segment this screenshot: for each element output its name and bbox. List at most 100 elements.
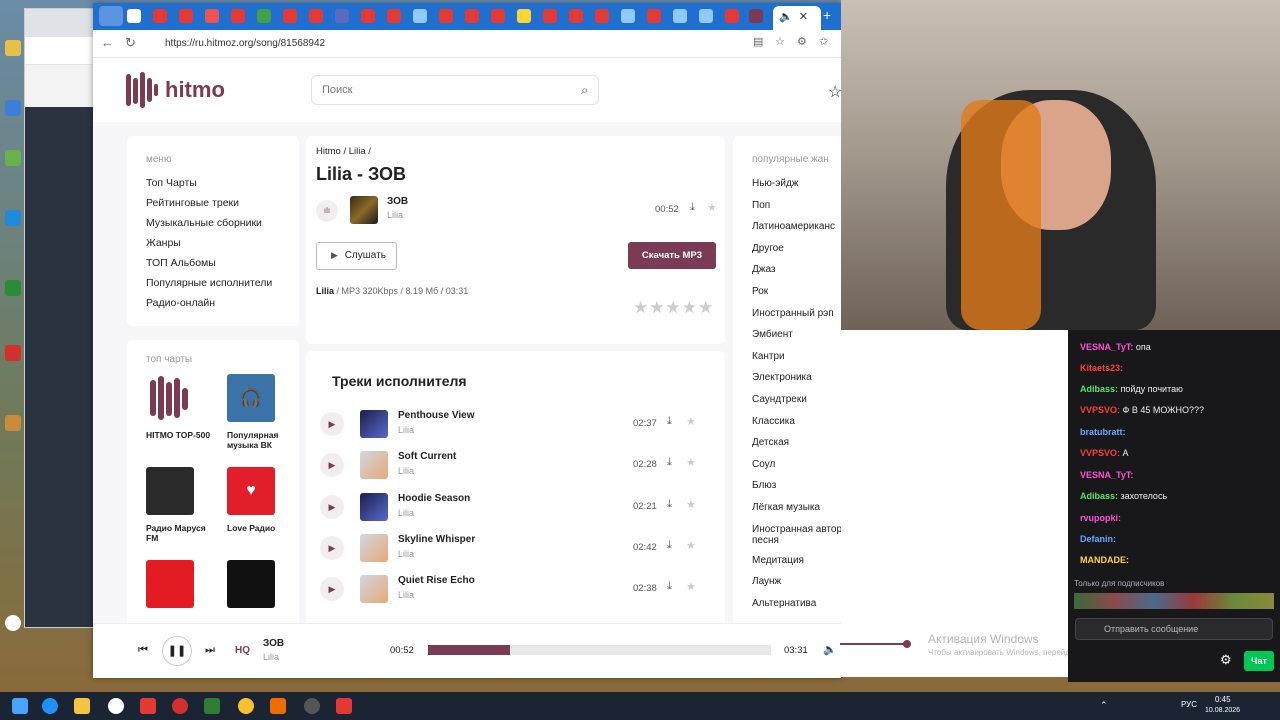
tab[interactable] [621, 9, 635, 23]
tray-chevron-icon[interactable]: ⌃ [1100, 700, 1108, 711]
back-icon[interactable]: ← [101, 35, 114, 50]
chart-vk[interactable]: 🎧 Популярная музыка ВК [227, 374, 297, 450]
genre-item[interactable]: Латиноамериканс [752, 216, 841, 238]
genre-item[interactable]: Иностранный рэп [752, 303, 841, 325]
hq-toggle[interactable]: HQ [235, 645, 250, 656]
tab[interactable] [595, 9, 609, 23]
genre-item[interactable]: Кантри [752, 346, 841, 368]
genre-item[interactable]: Поп [752, 195, 841, 217]
chat-username[interactable]: Adibass: [1080, 384, 1118, 394]
tab[interactable] [205, 9, 219, 23]
chat-username[interactable]: rvupopki: [1080, 513, 1121, 523]
chat-username[interactable]: VESNA_TyT: [1080, 470, 1133, 480]
tab[interactable] [127, 9, 141, 23]
play-icon[interactable]: ▶ [320, 453, 344, 478]
clock-time[interactable]: 0:45 [1215, 695, 1231, 704]
hitmo-logo-icon[interactable] [126, 72, 158, 108]
track-name[interactable]: Skyline Whisper [398, 534, 475, 545]
listen-button[interactable]: ▶ Слушать [316, 242, 397, 270]
tab[interactable] [361, 9, 375, 23]
artist-track-row[interactable]: ▶ Penthouse View Lilia 02:37 ⤓ ★ [320, 404, 715, 444]
desktop-icon[interactable] [2, 150, 24, 168]
reader-icon[interactable]: ▤ [753, 35, 763, 48]
explorer-icon[interactable] [74, 698, 90, 714]
equalizer-icon[interactable]: ılı [316, 200, 338, 222]
download-icon[interactable]: ⤓ [690, 201, 695, 214]
track-name[interactable]: Penthouse View [398, 410, 475, 421]
genre-item[interactable]: Саундтреки [752, 389, 841, 411]
chart-record[interactable] [227, 560, 297, 616]
menu-item-collections[interactable]: Музыкальные сборники [146, 213, 280, 233]
edge-desktop-icon[interactable] [2, 210, 24, 228]
pause-button[interactable]: ❚❚ [162, 636, 192, 666]
artist-track-row[interactable]: ▶ Quiet Rise Echo Lilia 02:38 ⤓ ★ [320, 569, 715, 609]
chat-send-button[interactable]: Чат [1244, 651, 1274, 671]
tab[interactable] [387, 9, 401, 23]
meta-artist[interactable]: Lilia [316, 286, 334, 296]
tab[interactable] [465, 9, 479, 23]
tab[interactable] [179, 9, 193, 23]
tab[interactable] [413, 9, 427, 23]
genre-item[interactable]: Медитация [752, 550, 841, 572]
tab[interactable] [543, 9, 557, 23]
star-icon[interactable]: ★ [686, 456, 696, 469]
download-icon[interactable]: ⤓ [667, 539, 672, 552]
genre-item[interactable]: Рок [752, 281, 841, 303]
collections-icon[interactable]: ✩ [819, 35, 828, 48]
genre-item[interactable]: Соул [752, 454, 841, 476]
tab[interactable] [725, 9, 739, 23]
language-indicator[interactable]: РУС [1181, 700, 1197, 709]
menu-item-genres[interactable]: Жанры [146, 233, 280, 253]
emote-bar[interactable] [1074, 593, 1274, 609]
breadcrumb-home[interactable]: Hitmo / [316, 146, 346, 157]
genre-item[interactable]: Альтернатива [752, 593, 841, 615]
app-icon[interactable] [270, 698, 286, 714]
clock-date[interactable]: 10.08.2026 [1205, 707, 1240, 714]
genre-item[interactable]: Иностранная авторская [752, 519, 841, 535]
volume-icon[interactable]: 🔈 [823, 643, 837, 656]
close-tab-icon[interactable]: ✕ [799, 11, 808, 23]
menu-item-radio[interactable]: Радио-онлайн [146, 293, 280, 313]
speaker-icon[interactable]: 🔈 [779, 11, 793, 23]
app-icon[interactable] [336, 698, 352, 714]
genre-item[interactable]: Нью-эйдж [752, 173, 841, 195]
search-input[interactable] [312, 76, 552, 104]
star-icon[interactable]: ★ [686, 580, 696, 593]
chat-username[interactable]: bratubratt: [1080, 427, 1126, 437]
chat-username[interactable]: VVPSVO: [1080, 405, 1120, 415]
star-icon[interactable]: ★ [686, 415, 696, 428]
chat-username[interactable]: VVPSVO: [1080, 448, 1120, 458]
download-icon[interactable]: ⤓ [667, 456, 672, 469]
track-name[interactable]: Soft Current [398, 451, 456, 462]
yandex-icon[interactable] [140, 698, 156, 714]
download-icon[interactable]: ⤓ [667, 580, 672, 593]
chat-username[interactable]: MANDADE: [1080, 555, 1129, 565]
tab[interactable] [491, 9, 505, 23]
track-name[interactable]: Hoodie Season [398, 493, 470, 504]
previous-icon[interactable]: ⏮ [138, 644, 148, 657]
tab[interactable] [517, 9, 531, 23]
tab[interactable] [699, 9, 713, 23]
chat-username[interactable]: Defanin: [1080, 534, 1116, 544]
logo-text[interactable]: hitmo [165, 77, 225, 103]
edge-taskbar-icon[interactable] [42, 698, 58, 714]
volume-handle[interactable] [903, 640, 911, 648]
breadcrumb-artist[interactable]: Lilia / [349, 146, 371, 157]
genre-item[interactable]: Другое [752, 238, 841, 260]
chart-europa-plus[interactable] [146, 560, 216, 616]
opera-icon[interactable] [172, 698, 188, 714]
menu-item-rated-tracks[interactable]: Рейтинговые треки [146, 193, 280, 213]
tab[interactable] [673, 9, 687, 23]
chat-username[interactable]: VESNA_TyT: [1080, 342, 1133, 352]
star-icon[interactable]: ★ [707, 201, 717, 214]
genre-item[interactable]: Лёгкая музыка [752, 497, 841, 519]
extension-icon[interactable]: ⚙ [797, 35, 807, 48]
tab[interactable] [309, 9, 323, 23]
app-icon[interactable] [204, 698, 220, 714]
settings-gear-icon[interactable]: ⚙ [1220, 652, 1232, 668]
artist-track-row[interactable]: ▶ Skyline Whisper Lilia 02:42 ⤓ ★ [320, 528, 715, 568]
chat-input[interactable]: Отправить сообщение [1075, 618, 1273, 640]
genre-item[interactable]: Лаунж [752, 571, 841, 593]
artist-track-row[interactable]: ▶ Hoodie Season Lilia 02:21 ⤓ ★ [320, 487, 715, 527]
star-icon[interactable]: ★ [686, 539, 696, 552]
